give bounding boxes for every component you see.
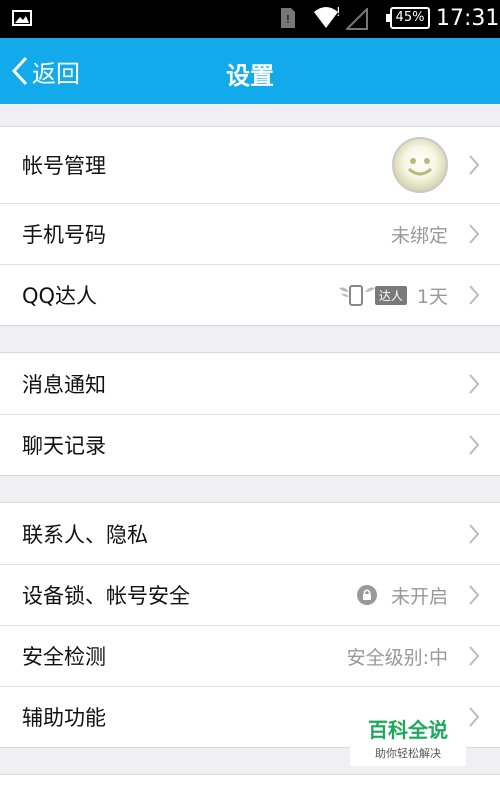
page-title: 设置 [226, 62, 274, 90]
chevron-right-icon [469, 435, 480, 455]
talent-badge: 达人 [337, 282, 407, 308]
watermark-title: 百科全说 [368, 718, 448, 742]
row-label: QQ达人 [22, 284, 98, 308]
row-value: 未开启 [390, 585, 448, 608]
row-label: 消息通知 [22, 372, 106, 397]
row-value-group: 达人 1天 [337, 265, 448, 325]
settings-group-next [0, 774, 500, 790]
chevron-right-icon [469, 646, 480, 666]
row-label: 手机号码 [22, 223, 106, 247]
row-value: 1天 [416, 285, 448, 308]
settings-row-contacts-privacy[interactable]: 联系人、隐私 [0, 503, 500, 564]
chevron-right-icon [469, 373, 480, 394]
clock: 17:31 [436, 6, 500, 31]
svg-text:!: ! [336, 5, 340, 19]
watermark-subtitle: 助你轻松解决 [375, 747, 441, 760]
row-label: 设备锁、帐号安全 [22, 584, 190, 608]
battery-indicator: 45% [386, 7, 430, 29]
wifi-icon: ! [314, 5, 340, 28]
smiley-icon [407, 158, 433, 176]
row-label: 聊天记录 [22, 434, 106, 458]
settings-group-account: 帐号管理 手机号码 未绑定 QQ达人 达人 1天 [0, 126, 500, 326]
settings-group-messages: 消息通知 聊天记录 [0, 352, 500, 476]
sim-card-icon: ! [281, 8, 295, 28]
status-bar: ! ! 45% 17:31 [0, 0, 500, 38]
talent-tag: 达人 [374, 285, 407, 305]
chevron-right-icon [469, 523, 480, 544]
row-value-group: 未开启 [356, 565, 448, 625]
chevron-right-icon [469, 224, 480, 244]
avatar [392, 137, 448, 193]
signal-icon [346, 8, 368, 30]
lock-icon [356, 585, 377, 605]
settings-row-notifications[interactable]: 消息通知 [0, 353, 500, 414]
gallery-icon [12, 10, 32, 26]
settings-row-account[interactable]: 帐号管理 [0, 127, 500, 203]
settings-row-chat-history[interactable]: 聊天记录 [0, 414, 500, 475]
row-value: 安全级别:中 [346, 646, 448, 669]
svg-text:!: ! [286, 13, 290, 26]
chevron-right-icon [469, 585, 480, 605]
row-label: 安全检测 [22, 645, 106, 669]
row-value: 未绑定 [390, 224, 448, 247]
watermark: 百科全说 助你轻松解决 [350, 710, 466, 766]
nav-bar: 返回 设置 [0, 38, 500, 104]
settings-row-security-check[interactable]: 安全检测 安全级别:中 [0, 625, 500, 686]
row-label: 帐号管理 [22, 154, 106, 178]
row-label: 辅助功能 [22, 706, 106, 730]
chevron-right-icon [469, 285, 480, 305]
chevron-right-icon [469, 707, 480, 727]
settings-row-device-lock[interactable]: 设备锁、帐号安全 未开启 [0, 564, 500, 625]
chevron-right-icon [469, 155, 480, 175]
winged-phone-icon [338, 285, 375, 306]
row-label: 联系人、隐私 [22, 522, 148, 547]
settings-row-phone[interactable]: 手机号码 未绑定 [0, 203, 500, 264]
settings-row-qq-talent[interactable]: QQ达人 达人 1天 [0, 264, 500, 325]
